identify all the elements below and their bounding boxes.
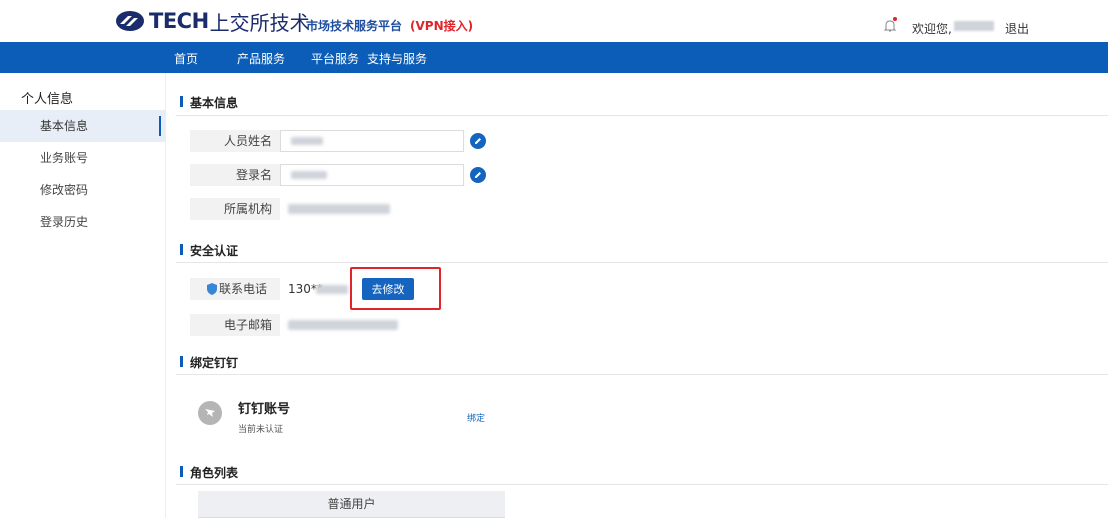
sidebar-item-basic-info[interactable]: 基本信息 — [0, 110, 166, 142]
field-label-name: 人员姓名 — [190, 130, 280, 152]
dingtalk-account-label: 钉钉账号 — [238, 402, 291, 417]
section-title-dingtalk: 绑定钉钉 — [180, 354, 238, 371]
name-field[interactable] — [280, 130, 464, 152]
notification-dot — [893, 17, 897, 21]
dingtalk-status: 当前未认证 — [238, 425, 284, 435]
field-label-phone: 联系电话 — [190, 278, 280, 300]
section-title-roles: 角色列表 — [180, 464, 238, 481]
role-item: 普通用户 — [198, 491, 505, 518]
redacted-value — [291, 171, 327, 179]
logo[interactable]: TECH 上交所技术 — [115, 8, 310, 35]
vpn-label: (VPN接入) — [410, 19, 474, 33]
sidebar-title: 个人信息 — [21, 92, 74, 107]
divider — [176, 115, 1108, 116]
nav-support[interactable]: 支持与服务 — [367, 50, 427, 67]
section-title-basic: 基本信息 — [180, 94, 238, 111]
dingtalk-icon — [198, 401, 222, 425]
bind-dingtalk-link[interactable]: 绑定 — [467, 411, 485, 424]
section-title-security: 安全认证 — [180, 242, 238, 259]
email-value-redacted — [288, 320, 398, 330]
nav-products[interactable]: 产品服务 — [237, 50, 285, 67]
login-name-field[interactable] — [280, 164, 464, 186]
logo-mark-icon — [116, 11, 144, 31]
org-value-redacted — [288, 204, 390, 214]
field-label-org: 所属机构 — [190, 198, 280, 220]
divider — [176, 262, 1108, 263]
nav-home[interactable]: 首页 — [174, 50, 198, 67]
field-label-login: 登录名 — [190, 164, 280, 186]
divider — [176, 374, 1108, 375]
sidebar-item-change-password[interactable]: 修改密码 — [0, 174, 166, 206]
nav-platform[interactable]: 平台服务 — [311, 50, 359, 67]
field-label-email: 电子邮箱 — [190, 314, 280, 336]
platform-name: 市场技术服务平台 — [306, 19, 403, 33]
welcome-text: 欢迎您, — [912, 22, 952, 36]
edit-name-icon[interactable] — [470, 133, 486, 149]
sidebar-item-business-account[interactable]: 业务账号 — [0, 142, 166, 174]
logout-link[interactable]: 退出 — [1005, 20, 1029, 37]
sidebar-item-login-history[interactable]: 登录历史 — [0, 206, 166, 238]
logo-cn-text: 上交所技术 — [209, 10, 310, 35]
user-name-redacted — [954, 21, 994, 31]
edit-phone-button[interactable]: 去修改 — [362, 278, 414, 300]
redacted-value — [291, 137, 323, 145]
logo-text: TECH — [149, 9, 209, 33]
bell-icon[interactable] — [883, 19, 897, 33]
main-nav — [0, 42, 1108, 73]
shield-icon — [207, 283, 217, 295]
edit-login-icon[interactable] — [470, 167, 486, 183]
phone-redacted — [316, 285, 348, 294]
divider — [176, 484, 1108, 485]
